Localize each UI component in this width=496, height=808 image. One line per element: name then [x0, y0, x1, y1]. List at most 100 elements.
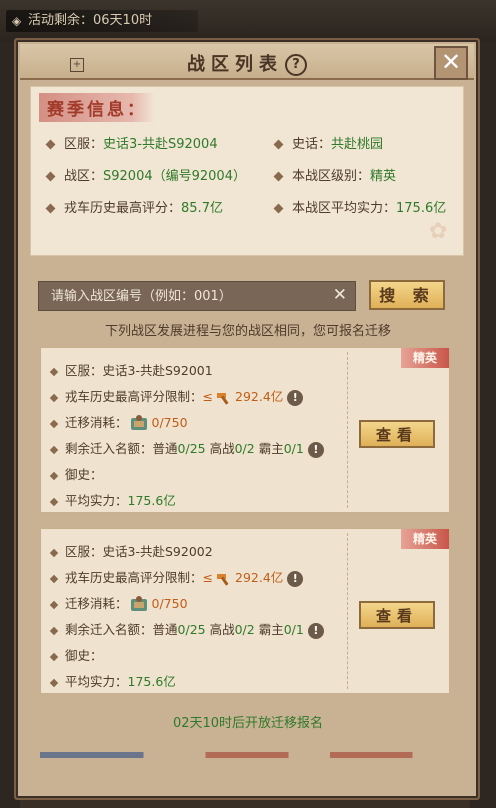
close-button[interactable]: ✕ [434, 46, 468, 80]
value: 史话3-共赴S92001 [102, 363, 213, 378]
label: 区服： [64, 137, 104, 152]
panel-title-text: 战区列表 [187, 54, 283, 75]
search-button[interactable]: 搜 索 [369, 280, 445, 310]
label: 戎车历史最高评分限制： [65, 389, 203, 404]
season-score-row: 戎车历史最高评分：85.7亿 [45, 197, 223, 216]
operator: ≤ [202, 389, 213, 404]
bullet-icon [45, 203, 56, 214]
season-history-row: 史话：共赴桃园 [273, 133, 384, 152]
label: 平均实力： [65, 674, 128, 689]
activity-label: 活动剩余： [28, 13, 94, 28]
quota-lord-label: 霸主 [258, 441, 284, 456]
card-score-row: 戎车历史最高评分限制：≤ 292.4亿! [49, 386, 304, 406]
activity-time: 06天10时 [93, 13, 153, 28]
card-quota-row: 剩余迁入名额：普通0/25 高战0/2 霸主0/1! [49, 438, 324, 458]
value: 0/750 [151, 415, 188, 430]
view-button[interactable]: 查看 [359, 601, 435, 629]
value: 292.4亿 [235, 389, 284, 404]
label: 迁移消耗： [65, 596, 128, 611]
bottom-decoration [40, 752, 454, 758]
scroll-icon [130, 595, 147, 611]
quota-normal-value: 0/25 [177, 622, 206, 637]
value: 292.4亿 [235, 570, 284, 585]
bullet-icon [49, 419, 59, 428]
value: 175.6亿 [396, 201, 447, 216]
search-box: ✕ [38, 281, 356, 311]
zone-card: 精英 区服：史话3-共赴S92001 戎车历史最高评分限制：≤ 292.4亿! 迁… [40, 347, 450, 513]
warning-icon[interactable]: ! [287, 570, 304, 587]
card-divider [347, 533, 348, 689]
bullet-icon [49, 600, 59, 609]
label: 剩余迁入名额： [65, 441, 153, 456]
card-cost-row: 迁移消耗： 0/750 [49, 412, 188, 434]
warning-icon[interactable]: ! [307, 441, 324, 458]
label: 剩余迁入名额： [65, 622, 153, 637]
tier-badge: 精英 [401, 348, 449, 368]
season-info-section: 赛季信息： 区服：史话3-共赴S92004 史话：共赴桃园 战区：S92004（… [30, 86, 464, 256]
value: 精英 [370, 169, 397, 184]
quota-normal-label: 普通 [152, 622, 178, 637]
card-divider [347, 352, 348, 508]
value: 0/750 [151, 596, 188, 611]
value: 共赴桃园 [331, 137, 384, 152]
value: S92004（编号92004） [103, 169, 246, 184]
label: 戎车历史最高评分： [64, 201, 182, 216]
hammer-icon [217, 392, 229, 405]
title-bar: + 战区列表? ✕ [20, 44, 474, 80]
value: 175.6亿 [127, 674, 176, 689]
value: 175.6亿 [127, 493, 176, 508]
quota-high-label: 高战 [209, 441, 235, 456]
bullet-icon [49, 548, 59, 557]
label: 平均实力： [65, 493, 128, 508]
zone-search-input[interactable] [39, 282, 319, 310]
help-icon[interactable]: ? [285, 54, 307, 76]
label: 区服： [65, 363, 103, 378]
bullet-icon [45, 139, 56, 150]
bullet-icon [273, 203, 284, 214]
clear-icon[interactable]: ✕ [333, 285, 347, 305]
bullet-icon [49, 652, 59, 661]
flower-decoration-icon: ✿ [429, 219, 448, 244]
value: 史话3-共赴S92002 [102, 544, 213, 559]
season-server-row: 区服：史话3-共赴S92004 [45, 133, 218, 152]
warning-icon[interactable]: ! [307, 622, 324, 639]
scroll-icon [130, 414, 147, 430]
bullet-icon [49, 574, 59, 583]
card-server-row: 区服：史话3-共赴S92002 [49, 541, 213, 560]
card-quota-row: 剩余迁入名额：普通0/25 高战0/2 霸主0/1! [49, 619, 324, 639]
card-power-row: 平均实力：175.6亿 [49, 490, 176, 509]
season-zone-row: 战区：S92004（编号92004） [45, 165, 246, 184]
quota-normal-label: 普通 [152, 441, 178, 456]
label: 区服： [65, 544, 103, 559]
bullet-icon [273, 171, 284, 182]
card-history-row: 御史： [49, 645, 103, 664]
season-power-row: 本战区平均实力：175.6亿 [273, 197, 447, 216]
card-cost-row: 迁移消耗： 0/750 [49, 593, 188, 615]
migration-open-timer: 02天10时后开放迁移报名 [172, 716, 324, 731]
label: 御史： [65, 467, 103, 482]
bullet-icon [49, 626, 59, 635]
zone-card: 精英 区服：史话3-共赴S92002 戎车历史最高评分限制：≤ 292.4亿! 迁… [40, 528, 450, 694]
label: 史话： [292, 137, 332, 152]
bullet-icon [49, 471, 59, 480]
season-title: 赛季信息： [39, 93, 155, 122]
quota-high-label: 高战 [209, 622, 235, 637]
warning-icon[interactable]: ! [287, 389, 304, 406]
hammer-icon [217, 573, 229, 586]
view-button[interactable]: 查看 [359, 420, 435, 448]
card-score-row: 戎车历史最高评分限制：≤ 292.4亿! [49, 567, 304, 587]
season-level-row: 本战区级别：精英 [273, 165, 397, 184]
value: 85.7亿 [181, 201, 223, 216]
quota-high-value: 0/2 [234, 622, 255, 637]
migration-notice: 下列战区发展进程与您的战区相同，您可报名迁移 [104, 324, 391, 339]
label: 本战区级别： [292, 169, 371, 184]
bullet-icon [49, 367, 59, 376]
bullet-icon [49, 678, 59, 687]
tier-badge: 精英 [401, 529, 449, 549]
bullet-icon [49, 393, 59, 402]
label: 御史： [65, 648, 103, 663]
label: 战区： [64, 169, 104, 184]
quota-high-value: 0/2 [234, 441, 255, 456]
bullet-icon [273, 139, 284, 150]
panel-title: 战区列表? [20, 50, 474, 76]
